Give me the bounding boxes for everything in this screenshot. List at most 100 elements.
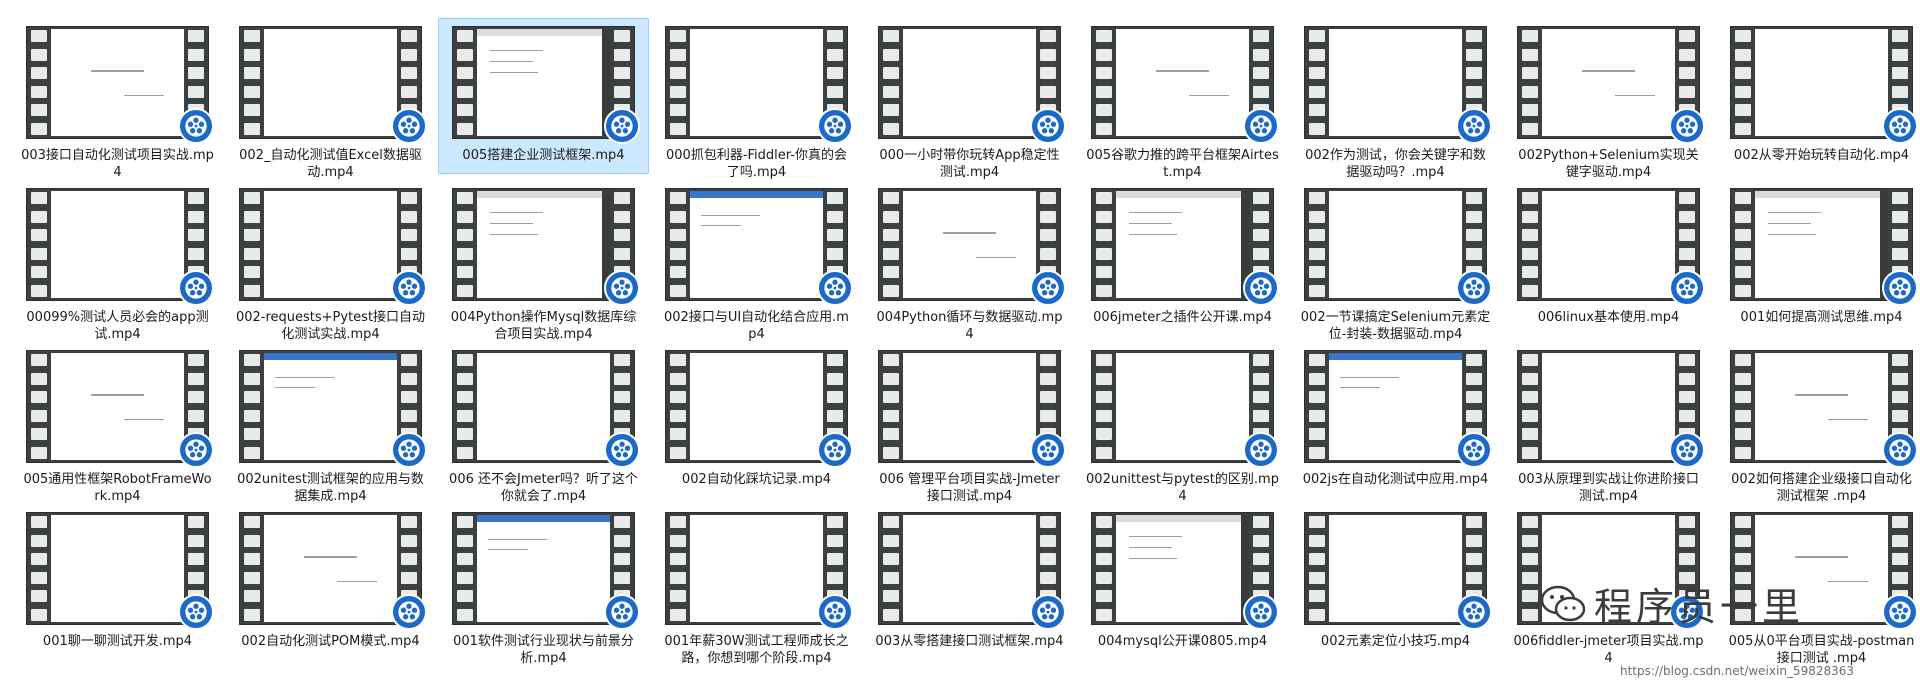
file-item[interactable]: 004Python循环与数据驱动.mp4 xyxy=(864,180,1075,342)
file-item[interactable]: 001聊一聊测试开发.mp4 xyxy=(12,504,223,660)
video-thumbnail xyxy=(1517,350,1705,468)
video-thumbnail xyxy=(452,188,640,306)
file-item[interactable]: 005通用性框架RobotFrameWork.mp4 xyxy=(12,342,223,504)
file-item[interactable]: 002接口与UI自动化结合应用.mp4 xyxy=(651,180,862,342)
video-thumbnail xyxy=(1730,188,1918,306)
video-thumbnail xyxy=(26,26,214,144)
file-item[interactable]: 000一小时带你玩转App稳定性测试.mp4 xyxy=(864,18,1075,180)
file-item[interactable]: 002从零开始玩转自动化.mp4 xyxy=(1716,18,1920,174)
file-item[interactable]: 002自动化测试POM模式.mp4 xyxy=(225,504,436,660)
file-name: 005通用性框架RobotFrameWork.mp4 xyxy=(23,472,212,504)
file-item[interactable]: 005谷歌力推的跨平台框架Airtest.mp4 xyxy=(1077,18,1288,180)
film-sprockets xyxy=(457,192,473,297)
film-sprockets xyxy=(1309,354,1325,459)
file-name: 002作为测试，你会关键字和数据驱动吗？.mp4 xyxy=(1305,148,1486,180)
qq-video-player-icon xyxy=(1243,270,1279,306)
file-item[interactable]: 002如何搭建企业级接口自动化测试框架 .mp4 xyxy=(1716,342,1920,504)
video-thumbnail xyxy=(878,350,1066,468)
qq-video-player-icon xyxy=(1669,108,1705,144)
file-item[interactable]: 002unitest测试框架的应用与数据集成.mp4 xyxy=(225,342,436,504)
file-name: 001如何提高测试思维.mp4 xyxy=(1740,310,1903,325)
file-name: 002js在自动化测试中应用.mp4 xyxy=(1302,472,1489,487)
qq-video-player-icon xyxy=(817,270,853,306)
video-frame xyxy=(1542,353,1675,460)
qq-video-player-icon xyxy=(178,270,214,306)
qq-video-player-icon xyxy=(391,108,427,144)
film-sprockets xyxy=(1522,192,1538,297)
video-thumbnail xyxy=(452,350,640,468)
qq-video-player-icon xyxy=(391,270,427,306)
file-item[interactable]: 001如何提高测试思维.mp4 xyxy=(1716,180,1920,336)
film-sprockets xyxy=(883,354,899,459)
video-thumbnail xyxy=(1730,350,1918,468)
file-item[interactable]: 004Python操作Mysql数据库综合项目实战.mp4 xyxy=(438,180,649,342)
file-item[interactable]: 006 管理平台项目实战-Jmeter接口测试.mp4 xyxy=(864,342,1075,504)
qq-video-player-icon xyxy=(1882,108,1918,144)
video-thumbnail xyxy=(1091,350,1279,468)
film-sprockets xyxy=(244,192,260,297)
file-item[interactable]: 002自动化踩坑记录.mp4 xyxy=(651,342,862,498)
file-item[interactable]: 002-requests+Pytest接口自动化测试实战.mp4 xyxy=(225,180,436,342)
file-name: 002接口与UI自动化结合应用.mp4 xyxy=(664,310,849,342)
qq-video-player-icon xyxy=(178,594,214,630)
file-item[interactable]: 006jmeter之插件公开课.mp4 xyxy=(1077,180,1288,336)
file-item[interactable]: 001年薪30W测试工程师成长之路，你想到哪个阶段.mp4 xyxy=(651,504,862,666)
file-name: 002元素定位小技巧.mp4 xyxy=(1320,634,1471,649)
file-item[interactable]: 002unittest与pytest的区别.mp4 xyxy=(1077,342,1288,504)
qq-video-player-icon xyxy=(1882,270,1918,306)
video-frame xyxy=(264,515,397,622)
file-item[interactable]: 002Python+Selenium实现关键字驱动.mp4 xyxy=(1503,18,1714,180)
video-frame xyxy=(1755,353,1888,460)
video-frame xyxy=(1542,29,1675,136)
file-item[interactable]: 002元素定位小技巧.mp4 xyxy=(1290,504,1501,660)
file-name: 000一小时带你玩转App稳定性测试.mp4 xyxy=(879,148,1060,180)
file-item[interactable]: 002一节课搞定Selenium元素定位-封装-数据驱动.mp4 xyxy=(1290,180,1501,342)
file-item[interactable]: 006linux基本使用.mp4 xyxy=(1503,180,1714,336)
video-frame xyxy=(1116,353,1249,460)
qq-video-player-icon xyxy=(178,108,214,144)
wechat-icon xyxy=(1540,585,1586,621)
file-item[interactable]: 004mysql公开课0805.mp4 xyxy=(1077,504,1288,660)
file-item[interactable]: 00099%测试人员必会的app测试.mp4 xyxy=(12,180,223,342)
qq-video-player-icon xyxy=(1030,270,1066,306)
file-item[interactable]: 002作为测试，你会关键字和数据驱动吗？.mp4 xyxy=(1290,18,1501,180)
file-item[interactable]: 001软件测试行业现状与前景分析.mp4 xyxy=(438,504,649,666)
file-name: 006jmeter之插件公开课.mp4 xyxy=(1093,310,1272,325)
file-item[interactable]: 002js在自动化测试中应用.mp4 xyxy=(1290,342,1501,498)
qq-video-player-icon xyxy=(1456,270,1492,306)
film-sprockets xyxy=(457,516,473,621)
film-sprockets xyxy=(883,516,899,621)
film-sprockets xyxy=(670,30,686,135)
video-thumbnail xyxy=(665,188,853,306)
file-item[interactable]: 003接口自动化测试项目实战.mp4 xyxy=(12,18,223,180)
file-item[interactable]: 006 还不会Jmeter吗？听了这个你就会了.mp4 xyxy=(438,342,649,504)
qq-video-player-icon xyxy=(604,270,640,306)
watermark-text: 程序员一里 xyxy=(1594,585,1805,629)
film-sprockets xyxy=(31,354,47,459)
film-sprockets xyxy=(31,192,47,297)
file-name: 005搭建企业测试框架.mp4 xyxy=(462,148,625,163)
qq-video-player-icon xyxy=(1669,270,1705,306)
video-frame xyxy=(477,29,610,136)
file-item[interactable]: 003从零搭建接口测试框架.mp4 xyxy=(864,504,1075,660)
video-thumbnail xyxy=(1517,188,1705,306)
file-item[interactable]: 000抓包利器-Fiddler-你真的会了吗.mp4 xyxy=(651,18,862,180)
film-sprockets xyxy=(1735,354,1751,459)
video-thumbnail xyxy=(452,26,640,144)
video-thumbnail xyxy=(452,512,640,630)
video-thumbnail xyxy=(239,350,427,468)
file-item[interactable]: 003从原理到实战让你进阶接口测试.mp4 xyxy=(1503,342,1714,504)
video-thumbnail xyxy=(878,512,1066,630)
file-item[interactable]: 005搭建企业测试框架.mp4 xyxy=(438,18,649,174)
qq-video-player-icon xyxy=(1456,108,1492,144)
film-sprockets xyxy=(1522,30,1538,135)
file-item[interactable]: 002_自动化测试值Excel数据驱动.mp4 xyxy=(225,18,436,180)
video-thumbnail xyxy=(1304,188,1492,306)
file-name: 001年薪30W测试工程师成长之路，你想到哪个阶段.mp4 xyxy=(664,634,849,666)
video-thumbnail xyxy=(878,188,1066,306)
video-frame xyxy=(690,353,823,460)
film-sprockets xyxy=(1309,192,1325,297)
file-name: 002Python+Selenium实现关键字驱动.mp4 xyxy=(1518,148,1699,180)
video-frame xyxy=(1329,353,1462,460)
film-sprockets xyxy=(244,354,260,459)
